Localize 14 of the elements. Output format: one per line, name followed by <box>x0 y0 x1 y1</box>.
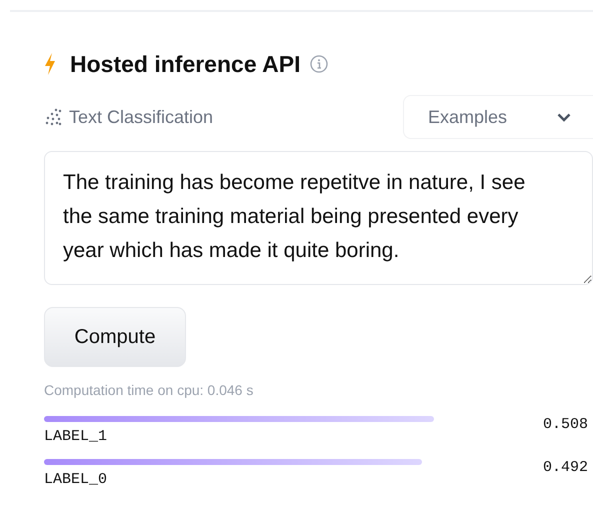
lightning-icon <box>44 53 56 75</box>
widget-title: Hosted inference API <box>70 50 300 78</box>
result-label: LABEL_1 <box>44 428 108 445</box>
input-field[interactable]: The training has become repetitve in nature, I see the same training material being presented every year which has made it quite boring. <box>44 151 593 285</box>
dots-icon <box>44 108 62 126</box>
compute-button[interactable]: Compute <box>44 307 186 367</box>
task-label: Text Classification <box>69 106 214 128</box>
info-icon[interactable] <box>310 55 328 73</box>
chevron-icon <box>557 112 571 122</box>
result-score: 0.492 <box>543 459 590 478</box>
result-label: LABEL_0 <box>44 471 108 488</box>
examples-dropdown[interactable]: Examples <box>403 95 593 139</box>
result-score: 0.508 <box>543 416 590 435</box>
computation-time: Computation time on cpu: 0.046 s <box>44 382 254 398</box>
